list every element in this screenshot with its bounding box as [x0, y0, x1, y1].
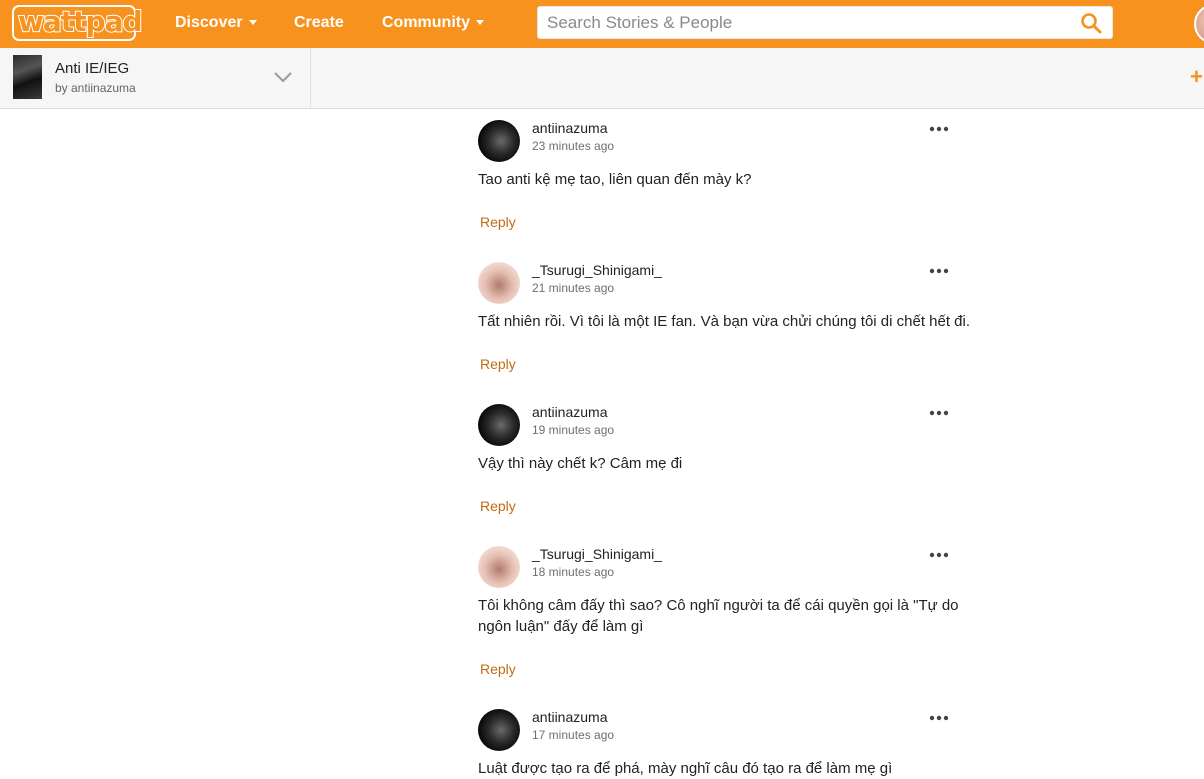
- avatar[interactable]: [478, 709, 520, 751]
- comment-text: Tôi không câm đấy thì sao? Cô nghĩ người…: [478, 597, 959, 635]
- comment-username[interactable]: antiinazuma: [532, 120, 608, 136]
- user-avatar[interactable]: [1194, 4, 1204, 44]
- nav-discover[interactable]: Discover: [175, 13, 257, 33]
- avatar[interactable]: [478, 546, 520, 588]
- comment-username[interactable]: antiinazuma: [532, 404, 608, 420]
- more-options-icon[interactable]: [929, 713, 949, 723]
- wattpad-logo[interactable]: wattpad: [12, 4, 144, 41]
- nav-create-label: Create: [294, 14, 344, 31]
- comment-text: Tất nhiên rồi. Vì tôi là một IE fan. Và …: [478, 313, 971, 330]
- search-box: [537, 6, 1113, 39]
- top-navbar: wattpad Discover Create Community: [0, 0, 1204, 48]
- reply-button[interactable]: Reply: [480, 214, 516, 230]
- comment-time: 18 minutes ago: [532, 565, 615, 579]
- comment-text: Luật được tạo ra để phá, mày nghĩ câu đó…: [478, 760, 893, 777]
- logo-text: wattpad: [17, 4, 144, 39]
- more-options-icon[interactable]: [929, 408, 949, 418]
- search-input[interactable]: [547, 12, 1067, 34]
- more-options-icon[interactable]: [929, 124, 949, 134]
- avatar[interactable]: [478, 404, 520, 446]
- avatar[interactable]: [478, 262, 520, 304]
- avatar[interactable]: [478, 120, 520, 162]
- story-selector[interactable]: Anti IE/IEG by antiinazuma: [0, 48, 311, 108]
- comment-username[interactable]: _Tsurugi_Shinigami_: [532, 546, 662, 562]
- story-title: Anti IE/IEG: [55, 60, 130, 77]
- nav-community-label: Community: [382, 14, 470, 31]
- more-options-icon[interactable]: [929, 550, 949, 560]
- story-header: Anti IE/IEG by antiinazuma: [0, 48, 1204, 109]
- add-icon[interactable]: +: [1190, 66, 1203, 88]
- story-author: by antiinazuma: [55, 81, 136, 95]
- reply-button[interactable]: Reply: [480, 356, 516, 372]
- comment-username[interactable]: _Tsurugi_Shinigami_: [532, 262, 662, 278]
- reply-button[interactable]: Reply: [480, 661, 516, 677]
- search-icon[interactable]: [1080, 12, 1102, 34]
- nav-community[interactable]: Community: [382, 13, 484, 33]
- nav-discover-label: Discover: [175, 14, 243, 31]
- story-cover: [13, 55, 42, 99]
- comment-text: Vậy thì này chết k? Câm mẹ đi: [478, 455, 683, 472]
- chevron-down-icon: [248, 20, 257, 26]
- nav-create[interactable]: Create: [294, 13, 344, 33]
- chevron-down-icon: [476, 20, 484, 26]
- comment-time: 23 minutes ago: [532, 139, 615, 153]
- chevron-down-icon: [274, 72, 292, 83]
- comment-time: 21 minutes ago: [532, 281, 615, 295]
- more-options-icon[interactable]: [929, 266, 949, 276]
- comment-text: Tao anti kệ mẹ tao, liên quan đến mày k?: [478, 171, 752, 188]
- comment-time: 19 minutes ago: [532, 423, 615, 437]
- comment-username[interactable]: antiinazuma: [532, 709, 608, 725]
- reply-button[interactable]: Reply: [480, 498, 516, 514]
- comment-time: 17 minutes ago: [532, 728, 615, 742]
